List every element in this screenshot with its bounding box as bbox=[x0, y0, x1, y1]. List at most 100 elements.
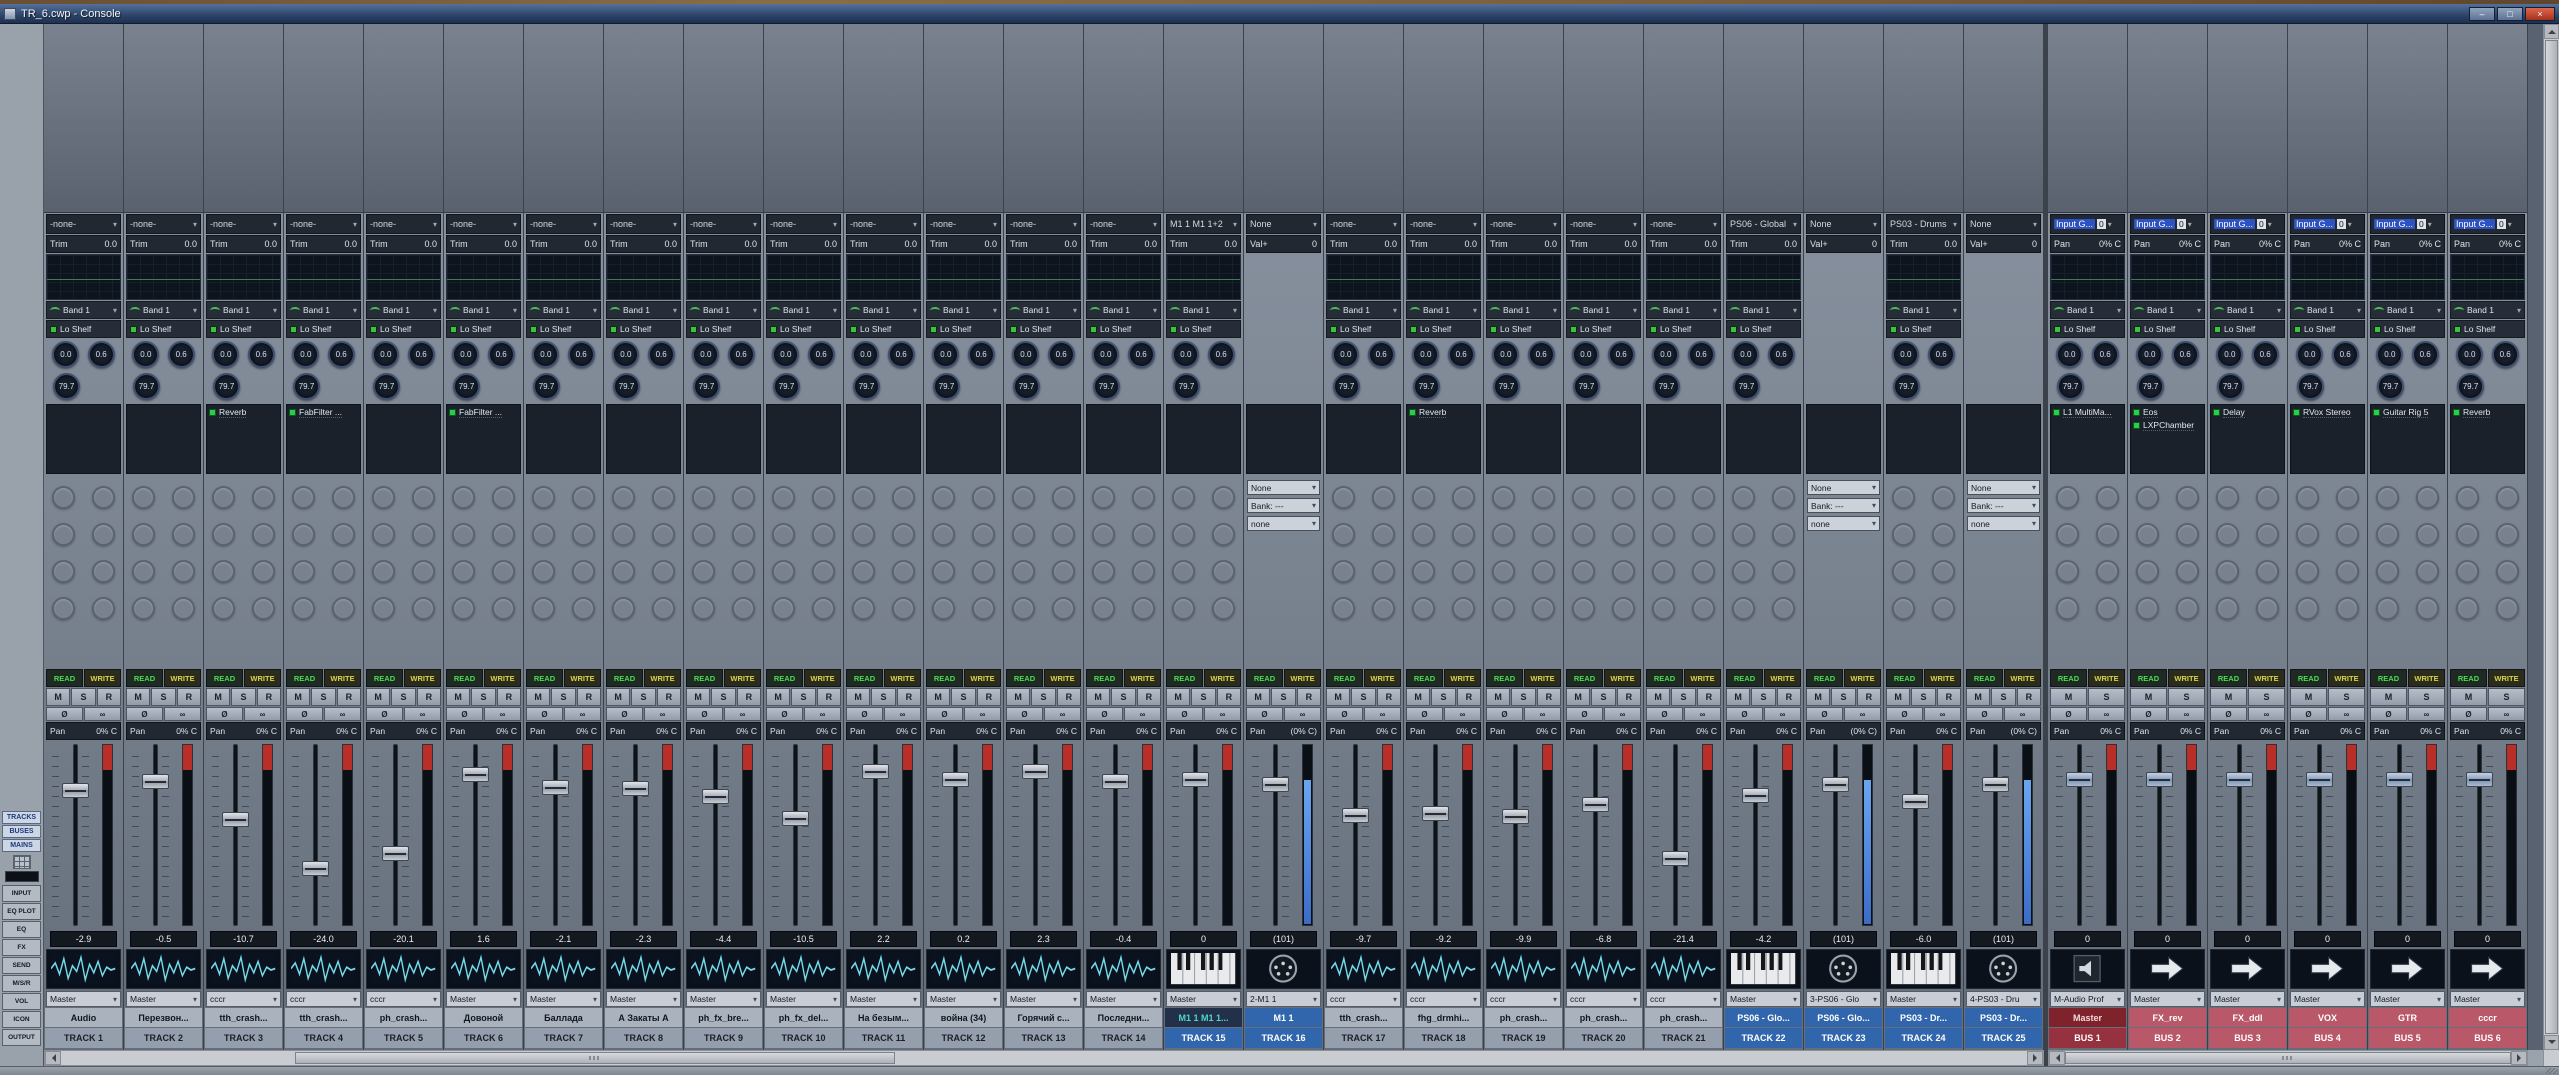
mute-button[interactable]: M bbox=[366, 688, 391, 706]
solo-button[interactable]: S bbox=[151, 688, 176, 706]
interleave-button[interactable]: ∞ bbox=[564, 707, 601, 721]
output-selector[interactable]: 4-PS03 - Dru ▾ bbox=[1966, 991, 2041, 1007]
channel-name[interactable]: ph_fx_bre... bbox=[685, 1008, 762, 1027]
eq-q-knob[interactable]: 0.6 bbox=[647, 340, 675, 368]
interleave-button[interactable]: ∞ bbox=[1924, 707, 1961, 721]
volume-fader[interactable] bbox=[862, 764, 889, 780]
eq-band-selector[interactable]: Band 1 ▾ bbox=[46, 301, 121, 319]
send-knob[interactable] bbox=[132, 523, 156, 546]
input-selector[interactable]: -none- ▾ bbox=[1406, 214, 1481, 234]
eq-enable-checkbox[interactable] bbox=[1410, 325, 1417, 333]
send-knob[interactable] bbox=[2216, 560, 2240, 583]
channel-number[interactable]: TRACK 11 bbox=[845, 1028, 922, 1048]
eq-freq-knob[interactable]: 79.7 bbox=[933, 372, 960, 400]
interleave-button[interactable]: ∞ bbox=[1124, 707, 1161, 721]
automation-write-button[interactable]: WRITE bbox=[2408, 669, 2445, 687]
solo-button[interactable]: S bbox=[1031, 688, 1056, 706]
send-knob[interactable] bbox=[91, 486, 115, 509]
send-knob[interactable] bbox=[1931, 486, 1955, 509]
mute-button[interactable]: M bbox=[2450, 688, 2487, 706]
send-knob[interactable] bbox=[491, 523, 515, 546]
eq-gain-knob[interactable]: 0.0 bbox=[2296, 340, 2324, 368]
gain-control[interactable]: Pan 0% C bbox=[2050, 235, 2125, 253]
channel-number[interactable]: TRACK 23 bbox=[1805, 1028, 1882, 1048]
send-knob[interactable] bbox=[1172, 523, 1196, 546]
volume-fader[interactable] bbox=[1262, 776, 1289, 792]
send-knob[interactable] bbox=[1451, 486, 1475, 509]
eq-band-selector[interactable]: Band 1 ▾ bbox=[1166, 301, 1241, 319]
eq-filter-selector[interactable]: Lo Shelf bbox=[1486, 320, 1561, 338]
output-selector[interactable]: 3-PS06 - Glo ▾ bbox=[1806, 991, 1881, 1007]
midi-bank-patch-widget[interactable]: Bank: --- ▾ bbox=[1807, 498, 1880, 513]
send-knob[interactable] bbox=[452, 486, 476, 509]
send-knob[interactable] bbox=[1131, 597, 1155, 620]
send-knob[interactable] bbox=[1012, 523, 1036, 546]
arm-button[interactable]: R bbox=[1456, 688, 1481, 706]
eq-enable-checkbox[interactable] bbox=[1090, 325, 1097, 333]
send-knob[interactable] bbox=[1412, 560, 1436, 583]
mute-button[interactable]: M bbox=[1646, 688, 1671, 706]
volume-fader[interactable] bbox=[1902, 794, 1929, 810]
send-knob[interactable] bbox=[1732, 597, 1756, 620]
output-selector[interactable]: Master ▾ bbox=[926, 991, 1001, 1007]
eq-band-selector[interactable]: Band 1 ▾ bbox=[1006, 301, 1081, 319]
send-knob[interactable] bbox=[731, 523, 755, 546]
eq-band-selector[interactable]: Band 1 ▾ bbox=[766, 301, 841, 319]
mute-button[interactable]: M bbox=[2050, 688, 2087, 706]
arm-button[interactable]: R bbox=[1616, 688, 1641, 706]
solo-button[interactable]: S bbox=[711, 688, 736, 706]
automation-write-button[interactable]: WRITE bbox=[2248, 669, 2285, 687]
output-selector[interactable]: Master ▾ bbox=[2290, 991, 2365, 1007]
solo-button[interactable]: S bbox=[1831, 688, 1856, 706]
send-knob[interactable] bbox=[2296, 486, 2320, 509]
eq-filter-selector[interactable]: Lo Shelf bbox=[2130, 320, 2205, 338]
pan-control[interactable]: Pan (0% C) bbox=[1966, 722, 2041, 740]
eq-filter-selector[interactable]: Lo Shelf bbox=[1726, 320, 1801, 338]
send-knob[interactable] bbox=[171, 560, 195, 583]
send-knob[interactable] bbox=[2335, 523, 2359, 546]
send-knob[interactable] bbox=[2255, 523, 2279, 546]
solo-button[interactable]: S bbox=[791, 688, 816, 706]
volume-fader[interactable] bbox=[2226, 772, 2253, 788]
interleave-button[interactable]: ∞ bbox=[244, 707, 281, 721]
send-knob[interactable] bbox=[212, 597, 236, 620]
pan-control[interactable]: Pan 0% C bbox=[2210, 722, 2285, 740]
input-selector[interactable]: -none- ▾ bbox=[286, 214, 361, 234]
scroll-up-button[interactable] bbox=[2544, 24, 2559, 39]
send-knob[interactable] bbox=[932, 486, 956, 509]
send-knob[interactable] bbox=[1332, 486, 1356, 509]
send-knob[interactable] bbox=[1412, 597, 1436, 620]
arm-button[interactable]: R bbox=[1936, 688, 1961, 706]
volume-fader[interactable] bbox=[1422, 806, 1449, 822]
eq-filter-selector[interactable]: Lo Shelf bbox=[46, 320, 121, 338]
output-selector[interactable]: Master ▾ bbox=[446, 991, 521, 1007]
pan-control[interactable]: Pan 0% C bbox=[2450, 722, 2525, 740]
send-knob[interactable] bbox=[491, 597, 515, 620]
widget-toggle-m-s-r[interactable]: M/S/R bbox=[2, 975, 41, 992]
channel-name[interactable]: GTR bbox=[2369, 1008, 2446, 1027]
fx-bin[interactable] bbox=[1966, 404, 2041, 474]
phase-button[interactable]: Ø bbox=[606, 707, 643, 721]
send-knob[interactable] bbox=[1412, 486, 1436, 509]
automation-write-button[interactable]: WRITE bbox=[244, 669, 281, 687]
automation-write-button[interactable]: WRITE bbox=[1924, 669, 1961, 687]
channel-name[interactable]: На безым... bbox=[845, 1008, 922, 1027]
view-toggle-buses[interactable]: BUSES bbox=[2, 825, 41, 838]
strip-size-grid-icon[interactable] bbox=[12, 855, 31, 869]
mute-button[interactable]: M bbox=[46, 688, 71, 706]
eq-gain-knob[interactable]: 0.0 bbox=[132, 340, 160, 368]
solo-button[interactable]: S bbox=[1991, 688, 2016, 706]
channel-number[interactable]: TRACK 4 bbox=[285, 1028, 362, 1048]
input-selector[interactable]: -none- ▾ bbox=[366, 214, 441, 234]
arm-button[interactable]: R bbox=[1536, 688, 1561, 706]
automation-read-button[interactable]: READ bbox=[526, 669, 563, 687]
gain-control[interactable]: Val+ 0 bbox=[1246, 235, 1321, 253]
send-knob[interactable] bbox=[1732, 486, 1756, 509]
output-selector[interactable]: Master ▾ bbox=[846, 991, 921, 1007]
mute-button[interactable]: M bbox=[1966, 688, 1991, 706]
output-selector[interactable]: M-Audio Prof ▾ bbox=[2050, 991, 2125, 1007]
send-knob[interactable] bbox=[1892, 486, 1916, 509]
input-selector[interactable]: Input G... 0 ▾ bbox=[2370, 214, 2445, 234]
output-selector[interactable]: cccr ▾ bbox=[286, 991, 361, 1007]
interleave-button[interactable]: ∞ bbox=[2004, 707, 2041, 721]
